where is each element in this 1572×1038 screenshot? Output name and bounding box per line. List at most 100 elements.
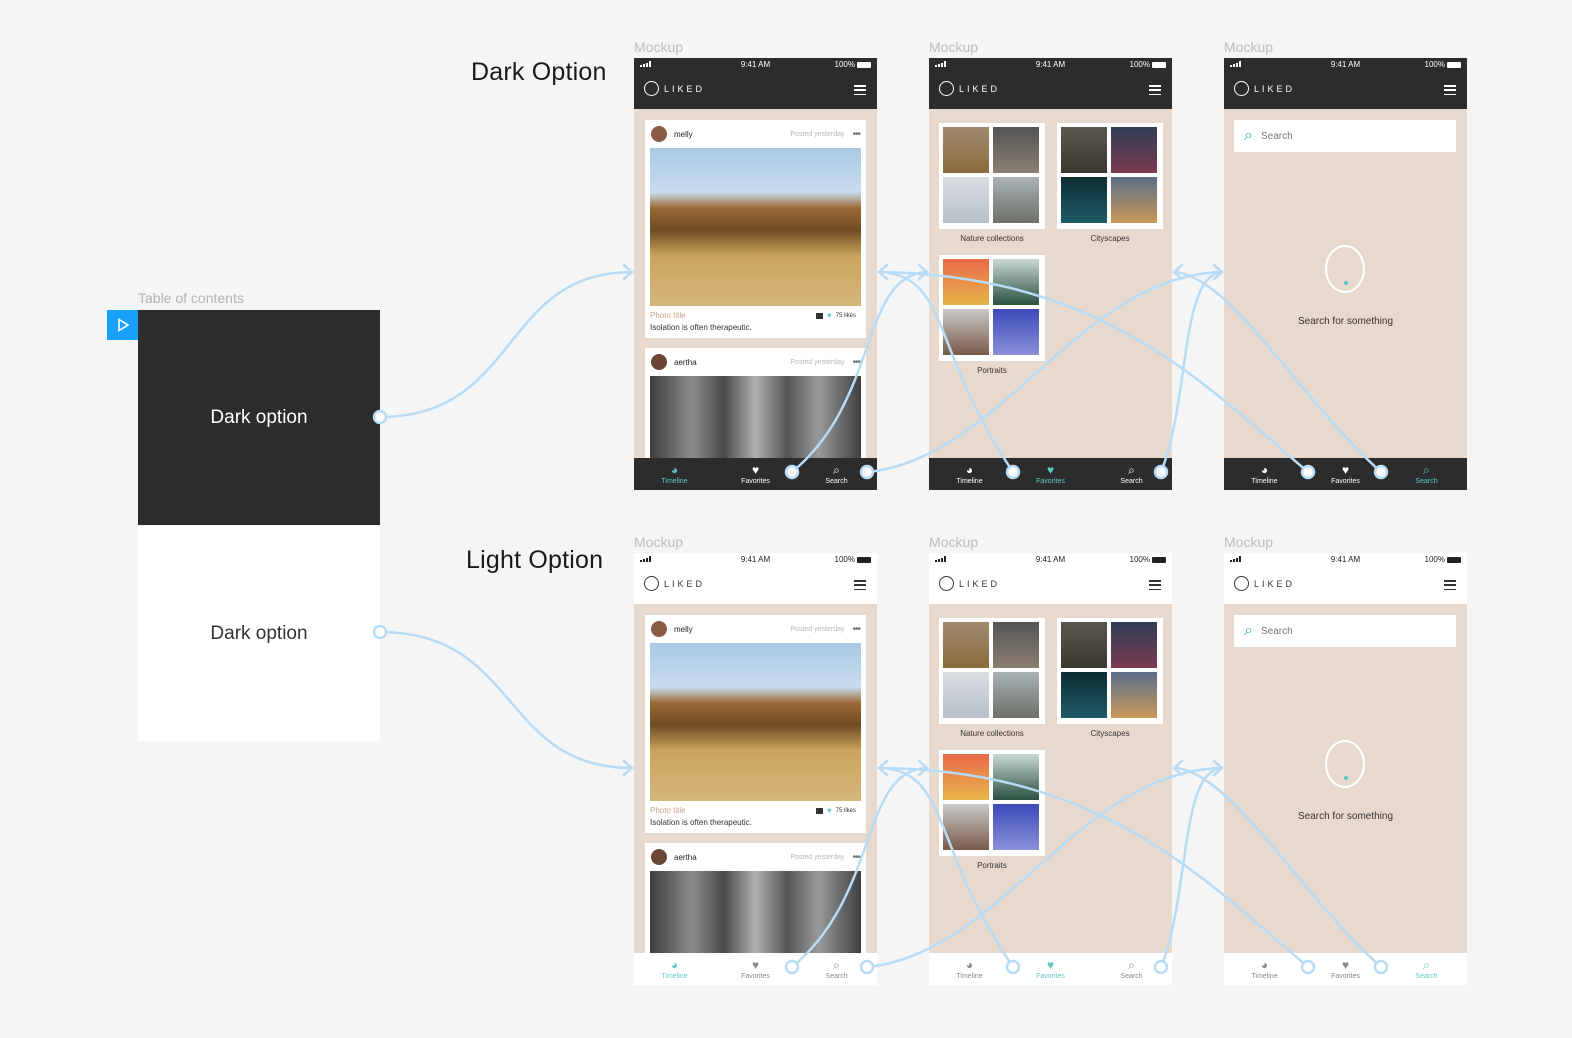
tab-favorites[interactable]: ♥ Favorites	[715, 458, 796, 490]
tab-bar: ◕ Timeline ♥ Favorites ⌕ Search	[1224, 458, 1467, 490]
more-icon[interactable]: •••	[852, 852, 860, 863]
battery-icon	[857, 556, 871, 563]
hamburger-menu-icon[interactable]	[1444, 580, 1456, 590]
tab-bar: ◕ Timeline ♥ Favorites ⌕ Search	[634, 953, 877, 985]
collection-nature[interactable]	[939, 618, 1045, 724]
app-logo: LIKED	[1234, 81, 1295, 96]
tab-timeline[interactable]: ◕ Timeline	[634, 953, 715, 985]
clock-icon: ◕	[965, 462, 974, 477]
collection-caption: Cityscapes	[1090, 234, 1130, 243]
app-header: LIKED	[634, 567, 877, 604]
battery-indicator: 100%	[835, 555, 871, 564]
connection-line	[378, 270, 634, 419]
post-time: Posted yesterday	[790, 358, 845, 366]
hamburger-menu-icon[interactable]	[854, 85, 866, 95]
post-card[interactable]: melly Posted yesterday ••• Photo title Iso…	[645, 615, 866, 833]
more-icon[interactable]: •••	[852, 357, 860, 368]
collection-cityscapes[interactable]	[1057, 618, 1163, 724]
tab-search[interactable]: ⌕ Search	[1386, 953, 1467, 985]
collection-cityscapes[interactable]	[1057, 123, 1163, 229]
light-section-title: Light Option	[466, 546, 604, 574]
app-logo: LIKED	[644, 81, 705, 96]
logo-icon	[644, 81, 659, 96]
tab-search[interactable]: ⌕ Search	[796, 953, 877, 985]
tab-search[interactable]: ⌕ Search	[796, 458, 877, 490]
battery-indicator: 100%	[835, 60, 871, 69]
collection-portraits[interactable]	[939, 750, 1045, 856]
hamburger-menu-icon[interactable]	[854, 580, 866, 590]
collection-caption: Nature collections	[960, 729, 1024, 738]
play-prototype-button[interactable]	[107, 310, 138, 340]
status-bar: 9:41 AM 100%	[1224, 553, 1467, 567]
arrow-head	[1212, 759, 1224, 777]
post-photo	[650, 643, 861, 801]
toc-dark-label: Dark option	[210, 406, 308, 428]
heart-icon: ♥	[1341, 957, 1350, 972]
arrow-head	[917, 759, 929, 777]
more-icon[interactable]: •••	[852, 129, 860, 140]
search-icon: ⌕	[833, 957, 840, 972]
tab-favorites[interactable]: ♥ Favorites	[715, 953, 796, 985]
logo-icon	[1234, 576, 1249, 591]
search-screen-light: 9:41 AM 100% LIKED ⌕ Search Search for so…	[1224, 553, 1467, 985]
collection-portraits[interactable]	[939, 255, 1045, 361]
tab-favorites[interactable]: ♥ Favorites	[1010, 953, 1091, 985]
arrow-head	[877, 263, 889, 281]
battery-indicator: 100%	[1425, 60, 1461, 69]
photo-description: Isolation is often therapeutic.	[650, 818, 752, 827]
logo-icon	[939, 576, 954, 591]
hamburger-menu-icon[interactable]	[1444, 85, 1456, 95]
arrow-head	[1172, 759, 1184, 777]
tab-timeline[interactable]: ◕ Timeline	[1224, 953, 1305, 985]
battery-indicator: 100%	[1425, 555, 1461, 564]
post-card[interactable]: aertha Posted yesterday •••	[645, 348, 866, 460]
tab-favorites[interactable]: ♥ Favorites	[1305, 458, 1386, 490]
post-time: Posted yesterday	[790, 625, 845, 633]
status-bar: 9:41 AM 100%	[634, 553, 877, 567]
connection-line	[378, 630, 634, 770]
likes-count: ♥ 75 likes	[815, 806, 856, 815]
tab-search[interactable]: ⌕ Search	[1386, 458, 1467, 490]
comment-icon	[815, 312, 823, 319]
mockup-label: Mockup	[1224, 534, 1274, 550]
tab-favorites[interactable]: ♥ Favorites	[1010, 458, 1091, 490]
post-time: Posted yesterday	[790, 853, 845, 861]
post-card[interactable]: aertha Posted yesterday •••	[645, 843, 866, 955]
heart-icon: ♥	[1046, 462, 1055, 477]
status-bar: 9:41 AM 100%	[929, 553, 1172, 567]
logo-icon	[644, 576, 659, 591]
search-input[interactable]: ⌕ Search	[1234, 120, 1456, 152]
tab-search[interactable]: ⌕ Search	[1091, 953, 1172, 985]
post-user: aertha	[674, 357, 697, 367]
search-input[interactable]: ⌕ Search	[1234, 615, 1456, 647]
heart-icon: ♥	[826, 311, 832, 320]
hamburger-menu-icon[interactable]	[1149, 580, 1161, 590]
hamburger-menu-icon[interactable]	[1149, 85, 1161, 95]
post-card[interactable]: melly Posted yesterday ••• Photo title Iso…	[645, 120, 866, 338]
app-header: LIKED	[929, 567, 1172, 604]
app-header: LIKED	[634, 72, 877, 109]
heart-icon: ♥	[1046, 957, 1055, 972]
tab-timeline[interactable]: ◕ Timeline	[1224, 458, 1305, 490]
post-user: melly	[674, 624, 693, 634]
avatar	[651, 354, 667, 370]
battery-indicator: 100%	[1130, 555, 1166, 564]
status-bar: 9:41 AM 100%	[929, 58, 1172, 72]
tab-timeline[interactable]: ◕ Timeline	[929, 458, 1010, 490]
tab-timeline[interactable]: ◕ Timeline	[634, 458, 715, 490]
tab-favorites[interactable]: ♥ Favorites	[1305, 953, 1386, 985]
tab-timeline[interactable]: ◕ Timeline	[929, 953, 1010, 985]
app-logo: LIKED	[644, 576, 705, 591]
arrow-head	[622, 759, 634, 777]
likes-count: ♥ 75 likes	[815, 311, 856, 320]
logo-icon	[939, 81, 954, 96]
empty-state-icon	[1325, 245, 1365, 293]
toc-light-option[interactable]: Dark option	[138, 526, 380, 741]
toc-dark-option[interactable]: Dark option	[138, 310, 380, 525]
collection-nature[interactable]	[939, 123, 1045, 229]
collection-caption: Nature collections	[960, 234, 1024, 243]
status-bar: 9:41 AM 100%	[1224, 58, 1467, 72]
more-icon[interactable]: •••	[852, 624, 860, 635]
tab-search[interactable]: ⌕ Search	[1091, 458, 1172, 490]
tab-bar: ◕ Timeline ♥ Favorites ⌕ Search	[1224, 953, 1467, 985]
